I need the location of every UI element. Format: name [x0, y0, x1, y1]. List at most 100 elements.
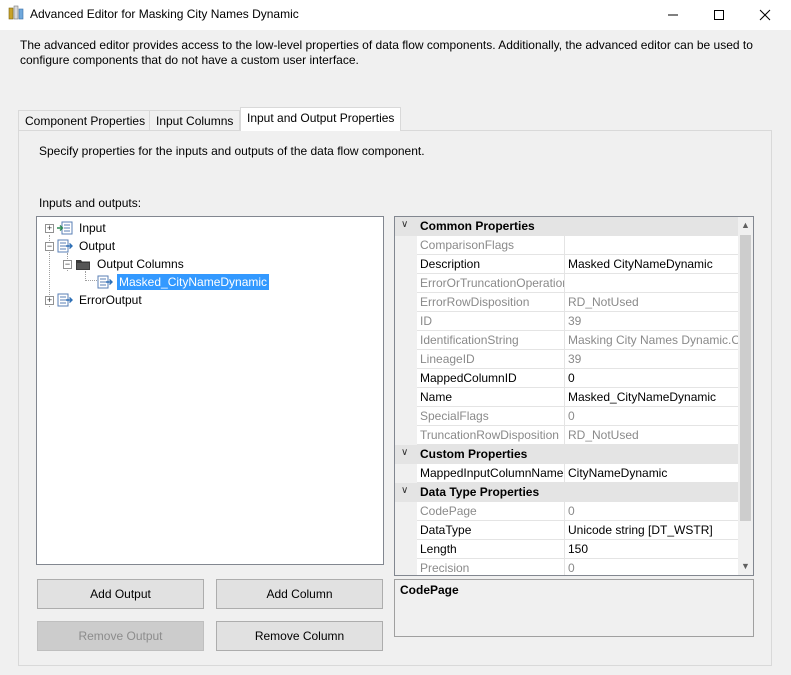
property-value-input[interactable]: 0 — [565, 369, 738, 388]
input-icon — [57, 221, 73, 235]
output-icon — [57, 239, 73, 253]
property-name: Description — [417, 255, 565, 274]
property-row[interactable]: TruncationRowDisposition RD_NotUsed — [395, 426, 738, 445]
tree-item-label: ErrorOutput — [79, 293, 142, 307]
property-row[interactable]: Precision 0 — [395, 559, 738, 575]
property-row[interactable]: DataType Unicode string [DT_WSTR] — [395, 521, 738, 540]
property-row[interactable]: LineageID 39 — [395, 350, 738, 369]
column-icon — [97, 275, 113, 289]
maximize-icon — [714, 10, 724, 20]
property-row[interactable]: ErrorOrTruncationOperation — [395, 274, 738, 293]
category-label: Data Type Properties — [420, 485, 540, 499]
property-value: 0 — [565, 559, 738, 575]
property-name: SpecialFlags — [417, 407, 565, 426]
collapse-chevron-icon[interactable]: ∨ — [401, 219, 408, 230]
category-label: Common Properties — [420, 219, 535, 233]
property-name: ErrorOrTruncationOperation — [417, 274, 565, 293]
property-name: ComparisonFlags — [417, 236, 565, 255]
property-value: RD_NotUsed — [565, 293, 738, 312]
inputs-outputs-label: Inputs and outputs: — [39, 196, 142, 210]
tree-item-output[interactable]: − Output — [45, 237, 117, 255]
property-value: 39 — [565, 350, 738, 369]
property-value: RD_NotUsed — [565, 426, 738, 445]
output-icon — [57, 293, 73, 307]
property-value-input[interactable]: Masked CityNameDynamic — [565, 255, 738, 274]
property-name: ErrorRowDisposition — [417, 293, 565, 312]
scroll-down-arrow-icon[interactable]: ▼ — [738, 558, 753, 575]
remove-column-button[interactable]: Remove Column — [216, 621, 383, 651]
expand-icon[interactable]: + — [45, 295, 54, 305]
property-row[interactable]: Length 150 — [395, 540, 738, 559]
tree-item-output-columns[interactable]: − Output Columns — [63, 255, 186, 273]
property-name: Length — [417, 540, 565, 559]
folder-icon — [76, 260, 90, 270]
expand-icon[interactable]: + — [45, 223, 54, 233]
tab-component-properties[interactable]: Component Properties — [18, 110, 153, 130]
maximize-button[interactable] — [696, 0, 742, 30]
close-icon — [759, 9, 771, 21]
tree-item-input[interactable]: + Input — [45, 219, 108, 237]
tab-input-output-properties[interactable]: Input and Output Properties — [240, 107, 402, 131]
property-row[interactable]: ID 39 — [395, 312, 738, 331]
property-name: MappedInputColumnName — [417, 464, 565, 483]
property-row[interactable]: CodePage 0 — [395, 502, 738, 521]
category-data-type-properties[interactable]: ∨ Data Type Properties — [395, 483, 738, 502]
property-row[interactable]: MappedColumnID 0 — [395, 369, 738, 388]
property-row[interactable]: MappedInputColumnName CityNameDynamic — [395, 464, 738, 483]
property-value-input[interactable]: 150 — [565, 540, 738, 559]
title-bar[interactable]: Advanced Editor for Masking City Names D… — [0, 0, 791, 30]
property-row[interactable]: ErrorRowDisposition RD_NotUsed — [395, 293, 738, 312]
add-column-button[interactable]: Add Column — [216, 579, 383, 609]
category-label: Custom Properties — [420, 447, 528, 461]
property-name: Name — [417, 388, 565, 407]
property-name: TruncationRowDisposition — [417, 426, 565, 445]
category-custom-properties[interactable]: ∨ Custom Properties — [395, 445, 738, 464]
property-value-input[interactable]: Unicode string [DT_WSTR] — [565, 521, 738, 540]
remove-output-button[interactable]: Remove Output — [37, 621, 204, 651]
category-common-properties[interactable]: ∨ Common Properties — [395, 217, 738, 236]
app-icon — [8, 5, 24, 21]
property-value — [565, 236, 738, 255]
property-name: Precision — [417, 559, 565, 575]
tree-item-label: Input — [79, 221, 106, 235]
property-value — [565, 274, 738, 293]
collapse-chevron-icon[interactable]: ∨ — [401, 447, 408, 458]
inputs-outputs-tree[interactable]: + Input − Output − Output Columns Masked… — [36, 216, 384, 565]
property-description-box: CodePage — [394, 579, 754, 637]
property-description-title: CodePage — [400, 583, 459, 597]
property-value-input[interactable]: Masked_CityNameDynamic — [565, 388, 738, 407]
property-name: DataType — [417, 521, 565, 540]
property-value-input[interactable]: CityNameDynamic — [565, 464, 738, 483]
minimize-button[interactable] — [650, 0, 696, 30]
tab-input-columns[interactable]: Input Columns — [149, 110, 241, 130]
property-grid[interactable]: ∨ Common Properties ComparisonFlags Desc… — [394, 216, 754, 576]
collapse-chevron-icon[interactable]: ∨ — [401, 485, 408, 496]
property-row[interactable]: IdentificationString Masking City Names … — [395, 331, 738, 350]
property-name: CodePage — [417, 502, 565, 521]
property-name: IdentificationString — [417, 331, 565, 350]
add-output-button[interactable]: Add Output — [37, 579, 204, 609]
property-row[interactable]: SpecialFlags 0 — [395, 407, 738, 426]
property-row[interactable]: Description Masked CityNameDynamic — [395, 255, 738, 274]
vertical-scrollbar[interactable]: ▲ ▼ — [738, 217, 753, 575]
property-value: 0 — [565, 502, 738, 521]
property-value: 0 — [565, 407, 738, 426]
property-row[interactable]: Name Masked_CityNameDynamic — [395, 388, 738, 407]
editor-description: The advanced editor provides access to t… — [20, 38, 753, 67]
collapse-icon[interactable]: − — [63, 259, 72, 269]
property-name: LineageID — [417, 350, 565, 369]
property-name: ID — [417, 312, 565, 331]
scroll-up-arrow-icon[interactable]: ▲ — [738, 217, 753, 234]
tree-item-label: Output — [79, 239, 116, 253]
tree-item-label: Output Columns — [97, 257, 184, 271]
minimize-icon — [668, 14, 678, 16]
property-value: Masking City Names Dynamic.O — [565, 331, 738, 350]
property-row[interactable]: ComparisonFlags — [395, 236, 738, 255]
scrollbar-thumb[interactable] — [740, 235, 751, 521]
property-value: 39 — [565, 312, 738, 331]
tree-item-erroroutput[interactable]: + ErrorOutput — [45, 291, 144, 309]
tree-item-masked-cityname[interactable]: Masked_CityNameDynamic — [97, 273, 270, 291]
collapse-icon[interactable]: − — [45, 241, 54, 251]
window-title: Advanced Editor for Masking City Names D… — [30, 7, 299, 21]
close-button[interactable] — [742, 0, 788, 30]
